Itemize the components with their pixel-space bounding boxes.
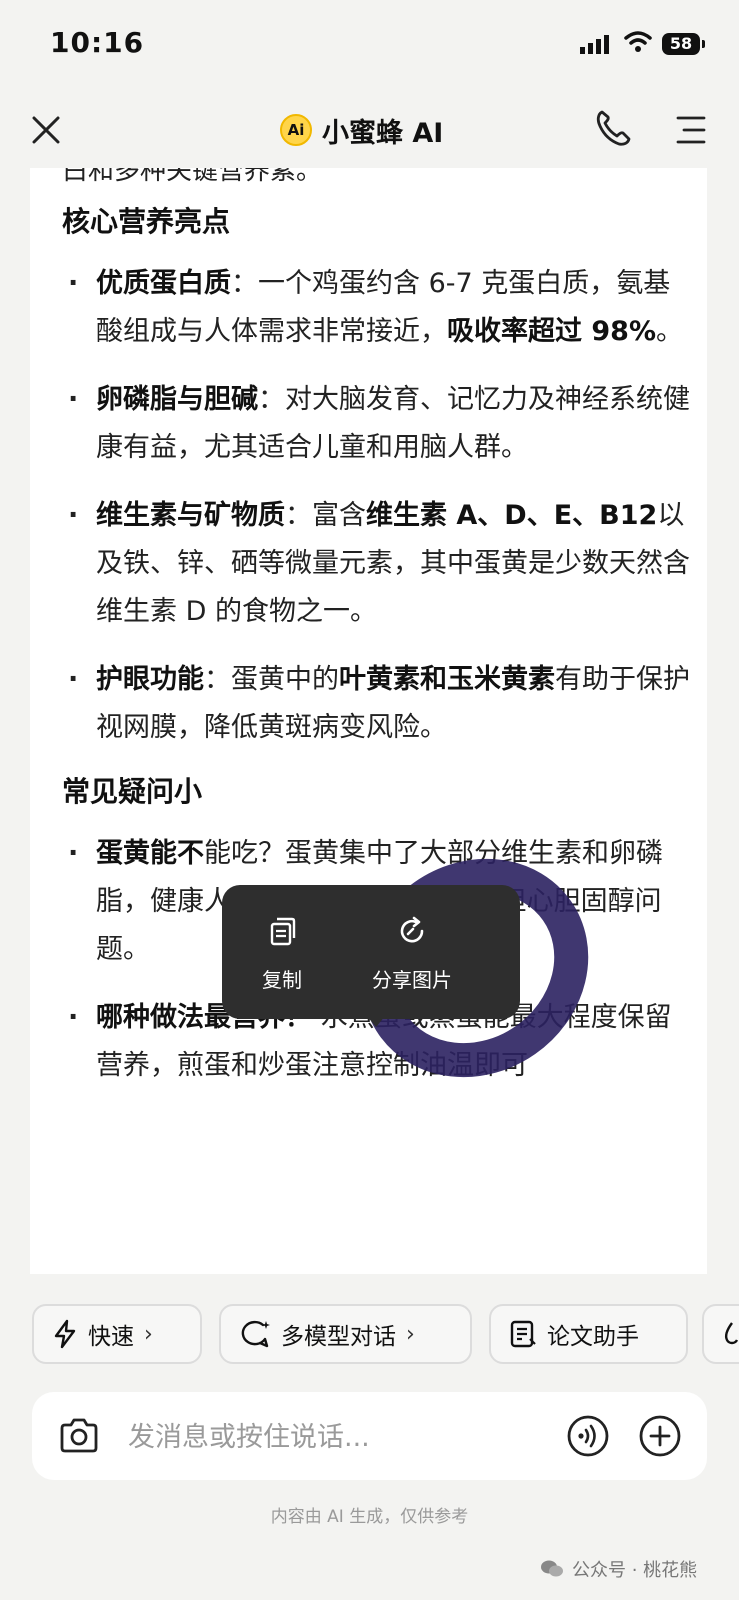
chevron-right-icon: › bbox=[406, 1321, 415, 1347]
ai-response-card: 白和多种关键营养素。 核心营养亮点 优质蛋白质：一个鸡蛋约含 6-7 克蛋白质，… bbox=[30, 168, 707, 1274]
menu-icon[interactable] bbox=[676, 110, 706, 150]
signal-icon bbox=[580, 35, 609, 54]
wechat-icon bbox=[540, 1559, 564, 1579]
watermark: 公众号 · 桃花熊 bbox=[540, 1556, 697, 1582]
bee-logo-icon: Ai bbox=[280, 114, 312, 146]
context-menu: 复制 分享图片 bbox=[222, 885, 520, 1019]
chip-fast[interactable]: 快速 › bbox=[32, 1304, 202, 1364]
document-icon bbox=[509, 1319, 537, 1349]
lightning-icon bbox=[52, 1319, 78, 1349]
list-item: 护眼功能：蛋黄中的叶黄素和玉米黄素有助于保护视网膜，降低黄斑病变风险。 bbox=[62, 656, 696, 752]
share-image-button[interactable]: 分享图片 bbox=[372, 915, 452, 993]
wifi-icon bbox=[624, 31, 652, 52]
chip-paper-assistant[interactable]: 论文助手 bbox=[489, 1304, 688, 1364]
ai-disclaimer: 内容由 AI 生成，仅供参考 bbox=[270, 1507, 469, 1527]
drop-icon bbox=[722, 1319, 739, 1349]
chip-multi-model[interactable]: 多模型对话 › bbox=[219, 1304, 472, 1364]
share-label: 分享图片 bbox=[372, 968, 452, 992]
status-time: 10:16 bbox=[50, 26, 145, 59]
copy-button[interactable]: 复制 bbox=[262, 915, 302, 993]
battery-tip bbox=[702, 40, 705, 48]
chat-sparkle-icon bbox=[239, 1319, 271, 1349]
cut-off-line: 白和多种关键营养素。 bbox=[62, 168, 323, 186]
copy-icon bbox=[270, 917, 296, 946]
message-input[interactable] bbox=[126, 1414, 530, 1460]
chevron-right-icon: › bbox=[144, 1321, 153, 1347]
list-item: 优质蛋白质：一个鸡蛋约含 6-7 克蛋白质，氨基酸组成与人体需求非常接近，吸收率… bbox=[62, 260, 696, 356]
list-item: 卵磷脂与胆碱：对大脑发育、记忆力及神经系统健康有益，尤其适合儿童和用脑人群。 bbox=[62, 376, 696, 472]
popup-tail bbox=[366, 1015, 386, 1027]
phone-icon[interactable] bbox=[594, 108, 632, 148]
chip-more[interactable] bbox=[702, 1304, 739, 1364]
copy-label: 复制 bbox=[262, 968, 302, 992]
status-bar: 10:16 58 bbox=[0, 0, 739, 92]
brand: Ai 小蜜蜂 AI bbox=[280, 110, 443, 150]
quick-actions: 快速 › 多模型对话 › 论文助手 bbox=[0, 1304, 739, 1370]
section-heading: 核心营养亮点 bbox=[62, 205, 231, 238]
section-heading: 常见疑问小 bbox=[62, 775, 203, 808]
plus-icon[interactable] bbox=[638, 1414, 682, 1458]
share-icon bbox=[400, 916, 424, 943]
watermark-text: 公众号 · 桃花熊 bbox=[572, 1560, 698, 1581]
message-input-bar bbox=[32, 1392, 707, 1480]
app-header: Ai 小蜜蜂 AI bbox=[0, 96, 739, 166]
list-item: 维生素与矿物质：富含维生素 A、D、E、B12以及铁、锌、硒等微量元素，其中蛋黄… bbox=[62, 492, 696, 636]
battery-icon: 58 bbox=[662, 33, 700, 55]
page-title: 小蜜蜂 AI bbox=[322, 117, 444, 149]
camera-icon[interactable] bbox=[58, 1416, 100, 1456]
voice-icon[interactable] bbox=[566, 1414, 610, 1458]
close-icon[interactable] bbox=[26, 110, 66, 150]
